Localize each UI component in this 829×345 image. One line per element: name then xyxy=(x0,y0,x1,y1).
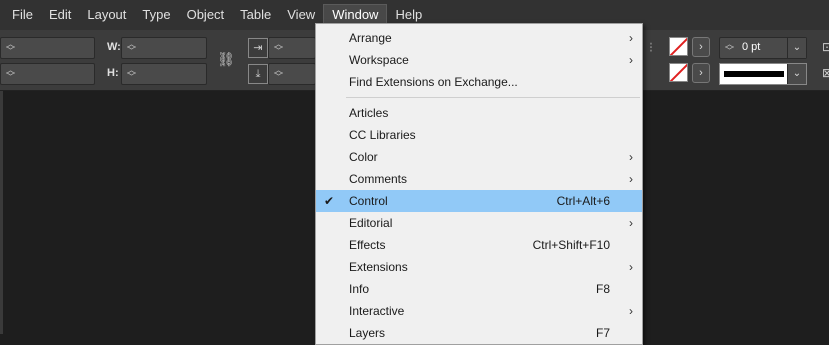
chevron-right-icon: › xyxy=(629,260,633,274)
stepper-icon[interactable]: ︿ ﹀ xyxy=(6,66,15,82)
stroke-weight-value: 0 pt xyxy=(742,41,761,53)
menu-item-effects[interactable]: Effects Ctrl+Shift+F10 xyxy=(316,234,642,256)
menu-item-comments[interactable]: Comments › xyxy=(316,168,642,190)
menu-edit[interactable]: Edit xyxy=(41,3,79,27)
constrain-proportions-icon[interactable]: ⛓ xyxy=(217,50,235,68)
window-menu-dropdown: Arrange › Workspace › Find Extensions on… xyxy=(315,23,643,345)
scale-x-icon: ⇥ xyxy=(248,38,268,58)
width-label: W: xyxy=(107,41,121,53)
menu-separator xyxy=(346,97,640,98)
frame-fitting-icon[interactable]: ⊠ xyxy=(818,64,829,82)
height-field[interactable]: ︿ ﹀ xyxy=(121,63,207,85)
stroke-none-swatch[interactable] xyxy=(669,63,688,82)
menu-item-find-extensions[interactable]: Find Extensions on Exchange... xyxy=(316,71,642,93)
menu-item-workspace[interactable]: Workspace › xyxy=(316,49,642,71)
menu-table[interactable]: Table xyxy=(232,3,279,27)
chevron-down-icon[interactable]: ⌄ xyxy=(787,64,806,84)
chevron-right-icon: › xyxy=(629,150,633,164)
menu-item-editorial[interactable]: Editorial › xyxy=(316,212,642,234)
menu-layout[interactable]: Layout xyxy=(79,3,134,27)
menu-type[interactable]: Type xyxy=(134,3,178,27)
menu-file[interactable]: File xyxy=(0,3,41,27)
chevron-down-icon[interactable]: ⌄ xyxy=(787,38,806,58)
menu-item-arrange[interactable]: Arrange › xyxy=(316,27,642,49)
y-field[interactable]: ︿ ﹀ xyxy=(0,63,95,85)
chevron-right-icon: › xyxy=(629,304,633,318)
shortcut-label: F8 xyxy=(595,282,610,296)
stroke-type-field[interactable]: ⌄ xyxy=(719,63,807,85)
menu-item-color[interactable]: Color › xyxy=(316,146,642,168)
scale-x-field[interactable]: ︿ ﹀ xyxy=(268,37,316,59)
menu-object[interactable]: Object xyxy=(179,3,233,27)
height-label: H: xyxy=(107,67,119,79)
chevron-right-icon: › xyxy=(629,216,633,230)
fill-menu-button[interactable]: › xyxy=(692,37,710,57)
menu-item-layers[interactable]: Layers F7 xyxy=(316,322,642,344)
stepper-icon[interactable]: ︿ ﹀ xyxy=(6,40,15,56)
menu-item-extensions[interactable]: Extensions › xyxy=(316,256,642,278)
stroke-type-preview xyxy=(724,71,784,77)
stroke-menu-button[interactable]: › xyxy=(692,63,710,83)
width-field[interactable]: ︿ ﹀ xyxy=(121,37,207,59)
stepper-icon[interactable]: ︿ ﹀ xyxy=(274,66,283,82)
menu-item-info[interactable]: Info F8 xyxy=(316,278,642,300)
scale-y-field[interactable]: ︿ ﹀ xyxy=(268,63,316,85)
chevron-right-icon: › xyxy=(629,53,633,67)
menu-item-interactive[interactable]: Interactive › xyxy=(316,300,642,322)
fill-swap-icon[interactable]: ⁝ xyxy=(642,38,660,56)
shortcut-label: Ctrl+Alt+6 xyxy=(556,194,610,208)
stepper-icon[interactable]: ︿ ﹀ xyxy=(127,66,136,82)
stepper-icon[interactable]: ︿ ﹀ xyxy=(127,40,136,56)
shortcut-label: Ctrl+Shift+F10 xyxy=(532,238,610,252)
menu-item-cc-libraries[interactable]: CC Libraries xyxy=(316,124,642,146)
chevron-right-icon: › xyxy=(629,31,633,45)
menu-item-control[interactable]: ✔ Control Ctrl+Alt+6 xyxy=(316,190,642,212)
stroke-weight-field[interactable]: ︿ ﹀ 0 pt ⌄ xyxy=(719,37,807,59)
fill-none-swatch[interactable] xyxy=(669,37,688,56)
menu-item-articles[interactable]: Articles xyxy=(316,102,642,124)
x-field[interactable]: ︿ ﹀ xyxy=(0,37,95,59)
checkmark-icon: ✔ xyxy=(324,194,335,208)
shortcut-label: F7 xyxy=(595,326,610,340)
stepper-icon[interactable]: ︿ ﹀ xyxy=(274,40,283,56)
frame-fitting-icon[interactable]: ⊡ xyxy=(818,38,829,56)
stepper-icon[interactable]: ︿ ﹀ xyxy=(725,40,734,56)
pasteboard-edge xyxy=(0,91,3,334)
chevron-right-icon: › xyxy=(629,172,633,186)
scale-y-icon: ⤓ xyxy=(248,64,268,84)
